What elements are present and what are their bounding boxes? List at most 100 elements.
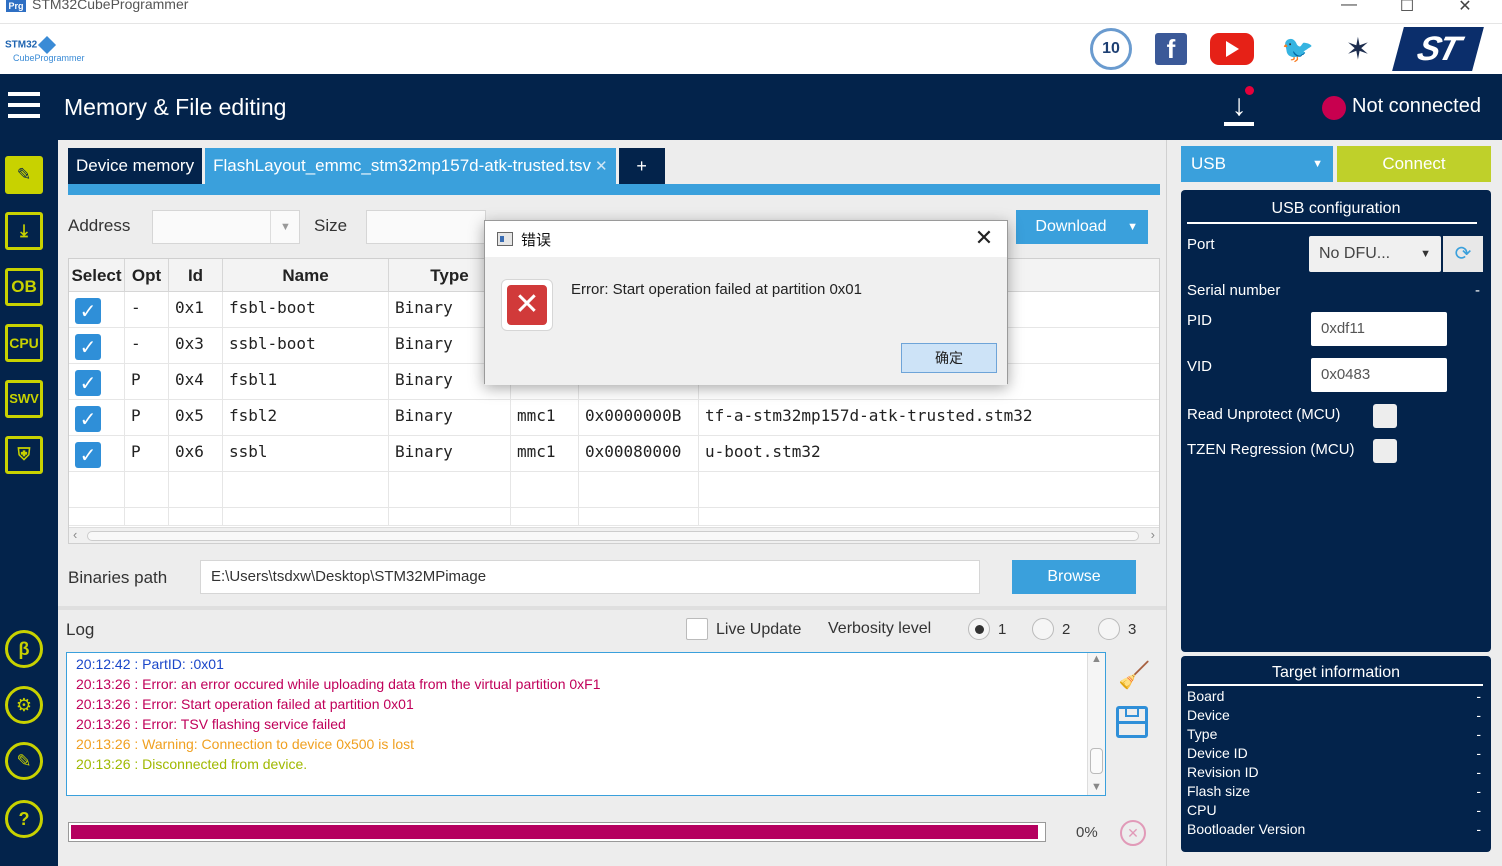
clear-log-icon[interactable]: 🧹 — [1118, 660, 1150, 691]
log-line: 20:12:42 : PartID: :0x01 — [76, 656, 224, 672]
refresh-icon[interactable]: ⟳ — [1443, 236, 1483, 272]
window-title: STM32CubeProgrammer — [32, 0, 189, 12]
binaries-path-input[interactable]: E:\Users\tsdxw\Desktop\STM32MPimage — [200, 560, 980, 594]
network-icon[interactable]: ✶ — [1340, 31, 1376, 67]
scroll-left-icon[interactable]: ‹ — [73, 527, 77, 542]
help-icon[interactable]: ? — [5, 800, 43, 838]
log-console[interactable]: 20:12:42 : PartID: :0x01 20:13:26 : Error… — [66, 652, 1106, 796]
save-log-icon[interactable] — [1116, 706, 1148, 738]
port-select[interactable]: No DFU... ▼ — [1309, 236, 1441, 272]
dialog-close-icon[interactable]: ✕ — [971, 225, 997, 251]
cell-opt: P — [125, 436, 169, 472]
vid-input[interactable]: 0x0483 — [1311, 358, 1447, 392]
size-input[interactable] — [366, 210, 486, 244]
swv-icon[interactable]: SWV — [5, 380, 43, 418]
facebook-icon[interactable]: f — [1155, 33, 1187, 65]
ok-button[interactable]: 确定 — [901, 343, 997, 373]
logo-text-cubeprogrammer: CubeProgrammer — [13, 53, 85, 63]
erase-program-icon[interactable]: ⤓ — [5, 212, 43, 250]
target-info-value: - — [1476, 821, 1481, 837]
cell-id: 0x6 — [169, 436, 223, 472]
cell-opt: P — [125, 400, 169, 436]
connection-status-dot — [1322, 96, 1346, 120]
option-bytes-icon[interactable]: OB — [5, 268, 43, 306]
download-label: Download — [1035, 218, 1107, 235]
youtube-icon[interactable] — [1210, 33, 1254, 65]
window-close-button[interactable]: ✕ — [1450, 0, 1480, 16]
cell-id: 0x3 — [169, 328, 223, 364]
download-dropdown-icon[interactable]: ▼ — [1127, 210, 1138, 244]
stm32-cube-logo: STM32 CubeProgrammer — [5, 35, 85, 64]
download-icon[interactable]: ↓ — [1222, 86, 1256, 128]
scroll-up-icon[interactable]: ▲ — [1091, 653, 1102, 665]
usb-configuration-panel: USB configuration Port No DFU... ▼ ⟳ Seri… — [1181, 190, 1491, 652]
scroll-down-icon[interactable]: ▼ — [1091, 781, 1102, 793]
tzen-regression-checkbox[interactable] — [1373, 439, 1397, 463]
security-shield-icon[interactable]: ⛨ — [5, 436, 43, 474]
scroll-thumb[interactable] — [1090, 748, 1103, 774]
tab-label: FlashLayout_emmc_stm32mp157d-atk-trusted… — [213, 156, 592, 175]
logo-text-stm32: STM32 — [5, 39, 38, 51]
table-horizontal-scrollbar[interactable]: ‹ › — [69, 527, 1159, 543]
pid-input[interactable]: 0xdf11 — [1311, 312, 1447, 346]
verbosity-radio-3[interactable] — [1098, 618, 1120, 640]
beta-icon[interactable]: β — [5, 630, 43, 668]
tab-flashlayout-file[interactable]: FlashLayout_emmc_stm32mp157d-atk-trusted… — [205, 148, 616, 184]
browse-button[interactable]: Browse — [1012, 560, 1136, 594]
select-checkbox[interactable]: ✓ — [75, 406, 101, 432]
memory-edit-icon[interactable]: ✎ — [5, 156, 43, 194]
cell-binary: u-boot.stm32 — [705, 442, 821, 461]
address-dropdown-icon[interactable]: ▼ — [270, 211, 300, 243]
progress-percent: 0% — [1076, 824, 1098, 841]
log-line: 20:13:26 : Error: TSV flashing service f… — [76, 716, 346, 732]
interface-select[interactable]: USB ▼ — [1181, 146, 1333, 182]
select-checkbox[interactable]: ✓ — [75, 334, 101, 360]
minimize-button[interactable]: — — [1334, 0, 1364, 14]
plugin-icon[interactable]: ✎ — [5, 742, 43, 780]
select-checkbox[interactable]: ✓ — [75, 370, 101, 396]
add-tab-button[interactable]: + — [618, 148, 665, 184]
verbosity-label-1: 1 — [998, 621, 1007, 638]
usb-config-title: USB configuration — [1271, 200, 1401, 217]
anniversary-badge-icon[interactable]: 10 — [1090, 28, 1132, 70]
select-checkbox[interactable]: ✓ — [75, 298, 101, 324]
download-button[interactable]: Download ▼ — [1016, 210, 1148, 244]
verbosity-label-2: 2 — [1062, 621, 1071, 638]
read-unprotect-checkbox[interactable] — [1373, 404, 1397, 428]
pid-label: PID — [1187, 312, 1213, 329]
tab-device-memory[interactable]: Device memory — [68, 148, 203, 184]
connect-button[interactable]: Connect — [1337, 146, 1491, 182]
window-titlebar: Prg STM32CubeProgrammer — ☐ ✕ — [0, 0, 1502, 24]
table-row[interactable]: ✓ P 0x6 ssbl Binary mmc1 0x00080000 u-boot.stm3… — [69, 436, 1159, 472]
scroll-thumb[interactable] — [87, 531, 1139, 541]
target-info-label: CPU — [1187, 802, 1217, 818]
menu-icon[interactable] — [8, 92, 40, 120]
maximize-button[interactable]: ☐ — [1392, 0, 1422, 16]
col-id[interactable]: Id — [169, 259, 223, 292]
notification-dot — [1245, 86, 1254, 95]
cancel-icon[interactable]: ✕ — [1120, 820, 1146, 846]
log-line: 20:13:26 : Disconnected from device. — [76, 756, 308, 772]
cell-type: Binary — [389, 400, 511, 436]
log-vertical-scrollbar[interactable]: ▲ ▼ — [1087, 653, 1105, 795]
cell-opt: - — [125, 292, 169, 328]
scroll-right-icon[interactable]: › — [1151, 527, 1155, 542]
col-name[interactable]: Name — [223, 259, 389, 292]
serial-number-value: - — [1475, 282, 1480, 299]
select-checkbox[interactable]: ✓ — [75, 442, 101, 468]
col-select[interactable]: Select — [69, 259, 125, 292]
target-info-label: Type — [1187, 726, 1218, 742]
table-row[interactable]: ✓ P 0x5 fsbl2 Binary mmc1 0x0000000B tf-a-stm32… — [69, 400, 1159, 436]
port-value: No DFU... — [1319, 245, 1391, 262]
tab-close-icon[interactable]: ✕ — [595, 158, 608, 175]
target-info-title: Target information — [1271, 664, 1401, 681]
twitter-icon[interactable]: 🐦 — [1282, 33, 1314, 65]
verbosity-radio-1[interactable] — [968, 618, 990, 640]
verbosity-radio-2[interactable] — [1032, 618, 1054, 640]
cpu-icon[interactable]: CPU — [5, 324, 43, 362]
col-opt[interactable]: Opt — [125, 259, 169, 292]
chip-settings-icon[interactable]: ⚙ — [5, 686, 43, 724]
error-icon: ✕ — [501, 279, 553, 331]
st-logo: ST — [1392, 27, 1484, 71]
live-update-checkbox[interactable] — [686, 618, 708, 640]
